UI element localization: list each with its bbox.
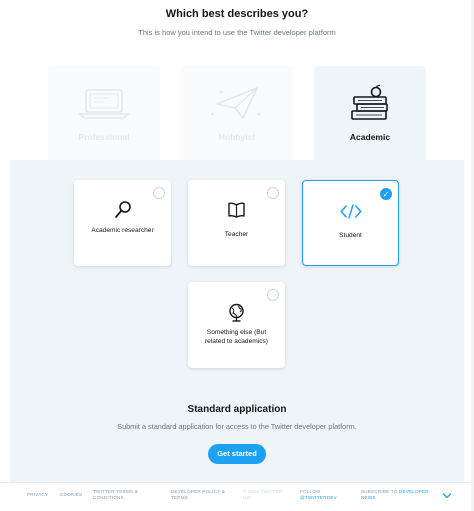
footer-copyright: © 2021 TWITTER INC. [243, 489, 282, 501]
application-subtitle: Submit a standard application for access… [117, 422, 357, 431]
footer-link-follow[interactable]: FOLLOW @TWITTERDEV [300, 489, 337, 501]
footer: PRIVACY COOKIES TWITTER TERMS & CONDITIO… [0, 482, 474, 511]
footer-subscribe-link2: NEWS [361, 495, 376, 500]
footer-terms-line1: TWITTER TERMS & [93, 489, 139, 494]
card-label: Something else (But related to academics… [204, 329, 269, 345]
get-started-button[interactable]: Get started [208, 444, 266, 464]
footer-link-privacy[interactable]: PRIVACY [27, 492, 48, 498]
tab-label: Hobbyist [218, 132, 256, 142]
footer-policy-line2: TERMS [171, 495, 189, 500]
footer-subscribe-prefix: SUBSCRIBE TO [361, 489, 398, 494]
radio-button[interactable] [153, 187, 165, 199]
code-brackets-icon [340, 204, 362, 219]
card-label: Teacher [224, 231, 249, 238]
footer-subscribe-link1: DEVELOPER [398, 489, 429, 494]
page-subtitle: This is how you intend to use the Twitte… [138, 28, 336, 37]
radio-button[interactable] [267, 289, 279, 301]
paper-plane-icon [211, 87, 261, 119]
card-label: Student [339, 232, 362, 239]
laptop-icon [78, 89, 130, 119]
tab-label: Academic [349, 132, 391, 142]
footer-follow-handle: @TWITTERDEV [300, 495, 337, 500]
radio-button-checked[interactable]: ✓ [380, 188, 392, 200]
footer-link-developer-policy[interactable]: DEVELOPER POLICY & TERMS [171, 489, 225, 501]
chevron-down-icon[interactable] [442, 491, 452, 501]
checkmark-icon: ✓ [382, 190, 390, 199]
tab-academic[interactable]: Academic [314, 66, 426, 162]
tab-hobbyist[interactable]: Hobbyist [181, 66, 293, 162]
books-apple-icon [351, 84, 388, 120]
footer-link-cookies[interactable]: COOKIES [60, 492, 82, 498]
option-card-teacher[interactable]: Teacher [188, 180, 285, 266]
footer-terms-line2: CONDITIONS [93, 495, 124, 500]
footer-policy-line1: DEVELOPER POLICY & [171, 489, 226, 494]
footer-copyright-line1: © 2021 TWITTER [243, 489, 283, 494]
magnifier-icon [115, 201, 131, 218]
radio-button[interactable] [267, 187, 279, 199]
application-title: Standard application [187, 404, 287, 415]
globe-icon [229, 303, 244, 322]
option-card-academic-researcher[interactable]: Academic researcher [74, 180, 171, 266]
footer-link-terms[interactable]: TWITTER TERMS & CONDITIONS [93, 489, 138, 501]
footer-link-subscribe[interactable]: SUBSCRIBE TO DEVELOPER NEWS [361, 489, 429, 501]
option-card-something-else[interactable]: Something else (But related to academics… [188, 282, 285, 368]
card-label: Academic researcher [91, 227, 154, 234]
footer-follow-line1: FOLLOW [300, 489, 321, 494]
open-book-icon [228, 202, 245, 218]
tab-label: Professional [78, 132, 130, 142]
page-title: Which best describes you? [165, 8, 309, 20]
option-card-student[interactable]: ✓ Student [302, 180, 399, 266]
footer-copyright-line2: INC. [243, 495, 253, 500]
tab-professional[interactable]: Professional [48, 66, 160, 162]
